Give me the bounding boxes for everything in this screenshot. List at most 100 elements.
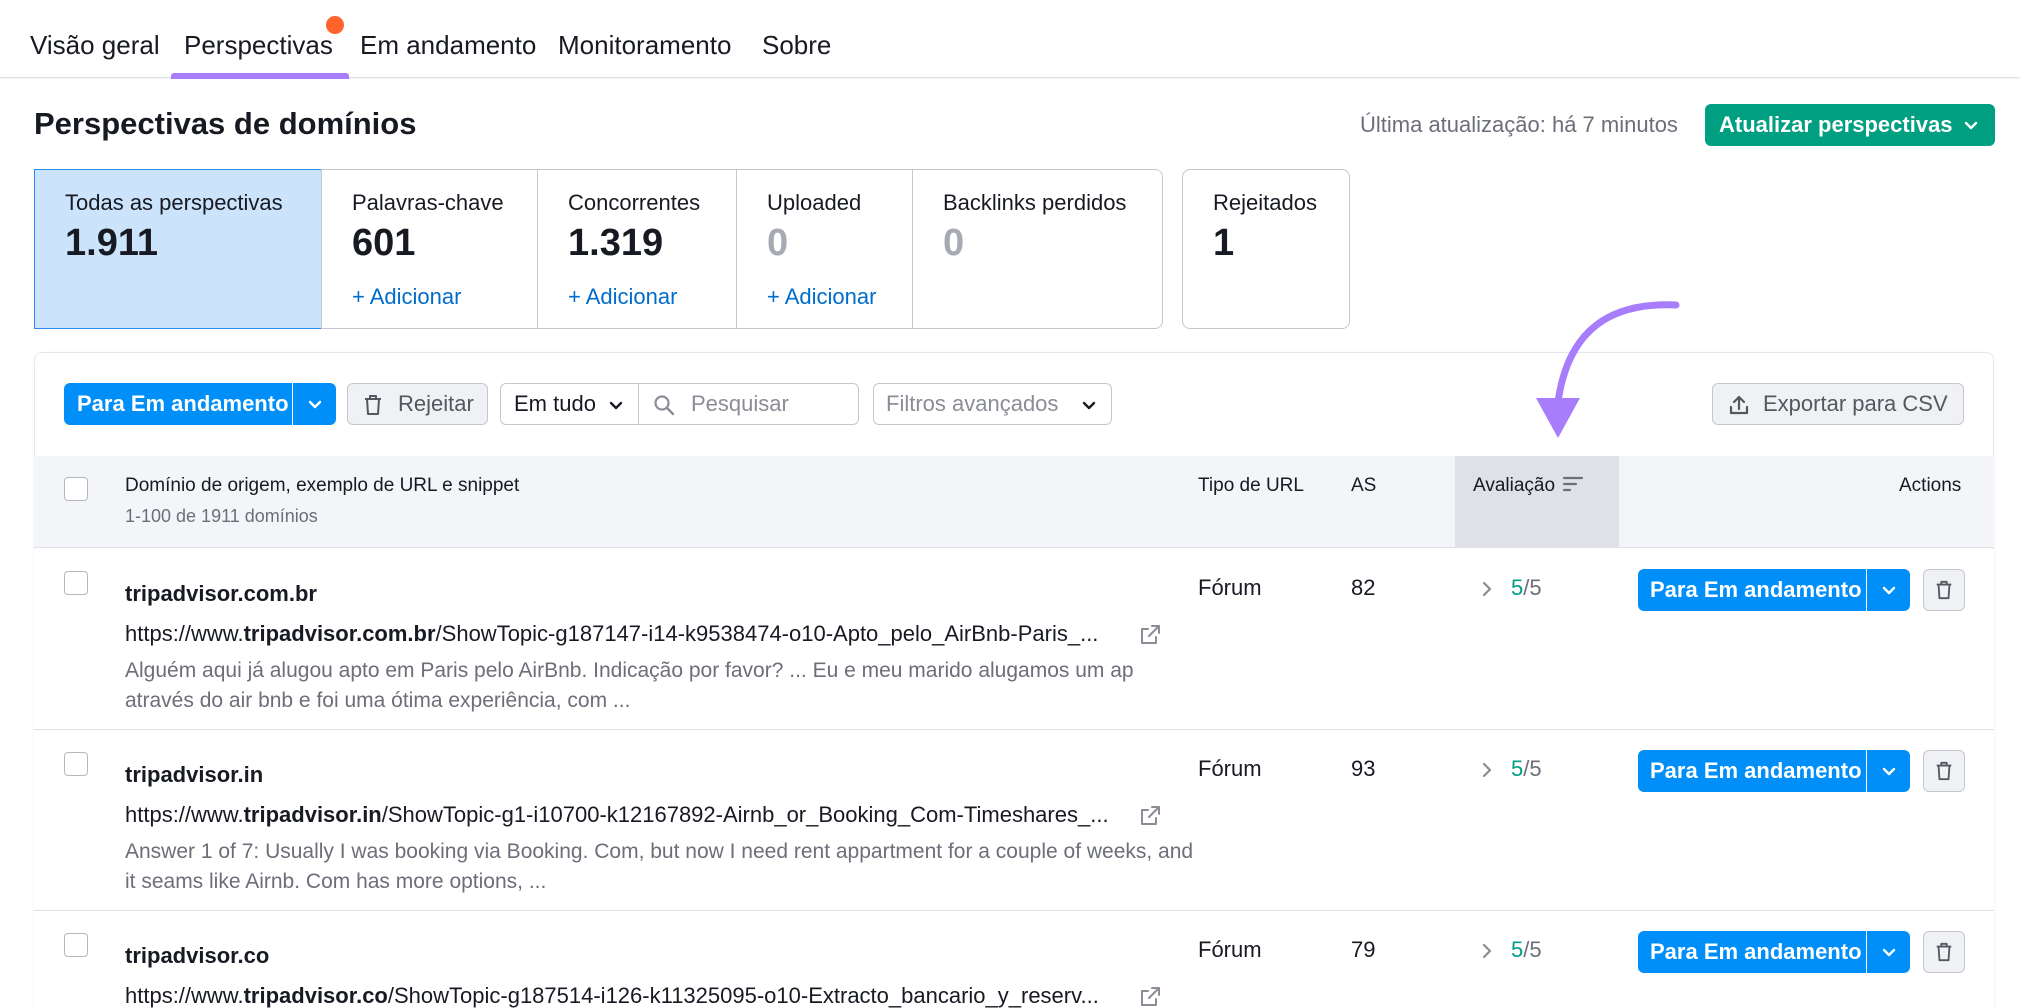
url-domain: tripadvisor.co	[243, 983, 388, 1008]
export-csv-button[interactable]: Exportar para CSV	[1712, 383, 1964, 425]
tab-visao-geral[interactable]: Visão geral	[30, 30, 160, 61]
tab-em-andamento[interactable]: Em andamento	[360, 30, 536, 61]
rating-max: /5	[1523, 575, 1542, 600]
column-url-type[interactable]: Tipo de URL	[1198, 475, 1304, 497]
sort-icon[interactable]	[1562, 475, 1584, 495]
reject-button[interactable]: Rejeitar	[347, 383, 488, 425]
column-rating[interactable]: Avaliação	[1473, 475, 1555, 497]
card-value: 0	[767, 222, 789, 264]
add-keywords-link[interactable]: + Adicionar	[352, 284, 461, 310]
move-to-in-progress-button[interactable]: Para Em andamento	[64, 383, 292, 425]
rating-max: /5	[1523, 756, 1542, 781]
url-domain: tripadvisor.com.br	[243, 621, 436, 646]
chevron-right-icon[interactable]	[1479, 941, 1495, 961]
card-all-perspectives[interactable]: Todas as perspectivas 1.911	[34, 169, 322, 329]
trash-icon	[1936, 580, 1952, 600]
card-uploaded[interactable]: Uploaded 0 + Adicionar	[736, 169, 913, 329]
row-delete-button[interactable]	[1923, 750, 1965, 792]
move-options-dropdown[interactable]	[293, 383, 336, 425]
row-domain: tripadvisor.com.br	[125, 581, 317, 606]
card-rejected[interactable]: Rejeitados 1	[1182, 169, 1350, 329]
trash-icon	[1936, 942, 1952, 962]
row-move-button[interactable]: Para Em andamento	[1638, 569, 1866, 611]
chevron-down-icon	[609, 401, 623, 410]
rating-value: 5	[1511, 937, 1524, 962]
url-path: /ShowTopic-g1-i10700-k12167892-Airnb_or_…	[381, 802, 1109, 827]
row-move-button[interactable]: Para Em andamento	[1638, 931, 1866, 973]
tab-perspectivas[interactable]: Perspectivas	[184, 30, 333, 61]
row-delete-button[interactable]	[1923, 931, 1965, 973]
row-move-button[interactable]: Para Em andamento	[1638, 750, 1866, 792]
rating-value: 5	[1511, 756, 1524, 781]
row-rating: 5/5	[1511, 937, 1542, 963]
row-checkbox[interactable]	[64, 933, 88, 957]
url-domain: tripadvisor.in	[243, 802, 382, 827]
card-value: 0	[943, 222, 965, 264]
row-as: 79	[1351, 937, 1376, 962]
row-url-link[interactable]: https://www.tripadvisor.in/ShowTopic-g1-…	[125, 802, 1165, 828]
url-prefix: https://www.	[125, 621, 244, 646]
column-as[interactable]: AS	[1351, 475, 1376, 497]
update-perspectives-button[interactable]: Atualizar perspectivas	[1705, 104, 1995, 146]
row-url-type: Fórum	[1198, 575, 1262, 600]
card-value: 601	[352, 222, 416, 264]
add-uploaded-link[interactable]: + Adicionar	[767, 284, 876, 310]
external-link-icon[interactable]	[1138, 804, 1162, 828]
upload-icon	[1729, 395, 1749, 415]
rating-max: /5	[1523, 937, 1542, 962]
column-actions: Actions	[1899, 475, 1962, 496]
tab-sobre[interactable]: Sobre	[762, 30, 831, 61]
row-rating: 5/5	[1511, 756, 1542, 782]
row-url-link[interactable]: https://www.tripadvisor.co/ShowTopic-g18…	[125, 983, 1165, 1008]
external-link-icon[interactable]	[1138, 985, 1162, 1008]
row-url-link[interactable]: https://www.tripadvisor.com.br/ShowTopic…	[125, 621, 1165, 647]
row-checkbox[interactable]	[64, 752, 88, 776]
row-snippet: Alguém aqui já alugou apto em Paris pelo…	[125, 659, 1134, 712]
chevron-down-icon	[308, 400, 321, 409]
row-domain: tripadvisor.co	[125, 943, 270, 968]
tab-monitoramento[interactable]: Monitoramento	[558, 30, 731, 61]
row-rating: 5/5	[1511, 575, 1542, 601]
column-domain[interactable]: Domínio de origem, exemplo de URL e snip…	[125, 475, 519, 497]
chevron-right-icon[interactable]	[1479, 760, 1495, 780]
row-url-type: Fórum	[1198, 756, 1262, 781]
chevron-down-icon	[1964, 121, 1978, 130]
chevron-down-icon	[1882, 767, 1895, 776]
card-value: 1.911	[65, 222, 158, 264]
search-placeholder: Pesquisar	[691, 391, 789, 416]
update-perspectives-label: Atualizar perspectivas	[1719, 112, 1953, 137]
chevron-down-icon	[1082, 401, 1096, 410]
advanced-filters-dropdown[interactable]: Filtros avançados	[873, 383, 1112, 425]
row-as: 93	[1351, 756, 1376, 781]
card-keywords[interactable]: Palavras-chave 601 + Adicionar	[321, 169, 538, 329]
scope-select-value: Em tudo	[514, 391, 596, 416]
export-csv-label: Exportar para CSV	[1763, 391, 1948, 416]
chevron-down-icon	[1882, 948, 1895, 957]
card-competitors[interactable]: Concorrentes 1.319 + Adicionar	[537, 169, 737, 329]
table-header	[34, 456, 1994, 548]
card-label: Todas as perspectivas	[65, 190, 283, 215]
card-label: Palavras-chave	[352, 190, 504, 215]
card-value: 1.319	[568, 222, 664, 264]
url-prefix: https://www.	[125, 983, 244, 1008]
add-competitors-link[interactable]: + Adicionar	[568, 284, 677, 310]
row-move-dropdown[interactable]	[1867, 750, 1910, 792]
external-link-icon[interactable]	[1138, 623, 1162, 647]
trash-icon	[365, 395, 381, 415]
url-path: /ShowTopic-g187514-i126-k11325095-o10-Ex…	[387, 983, 1099, 1008]
scope-select[interactable]: Em tudo	[500, 383, 639, 425]
chevron-right-icon[interactable]	[1479, 579, 1495, 599]
select-all-checkbox[interactable]	[64, 477, 88, 501]
row-delete-button[interactable]	[1923, 569, 1965, 611]
row-snippet: Answer 1 of 7: Usually I was booking via…	[125, 840, 1194, 893]
sorted-column-highlight	[1455, 456, 1619, 548]
trash-icon	[1936, 761, 1952, 781]
url-prefix: https://www.	[125, 802, 244, 827]
card-lost-backlinks[interactable]: Backlinks perdidos 0	[912, 169, 1163, 329]
reject-label: Rejeitar	[398, 391, 474, 416]
row-checkbox[interactable]	[64, 571, 88, 595]
row-move-dropdown[interactable]	[1867, 569, 1910, 611]
row-move-dropdown[interactable]	[1867, 931, 1910, 973]
search-input[interactable]: Pesquisar	[639, 383, 859, 425]
top-navigation: Visão geral Perspectivas Em andamento Mo…	[0, 0, 2020, 79]
